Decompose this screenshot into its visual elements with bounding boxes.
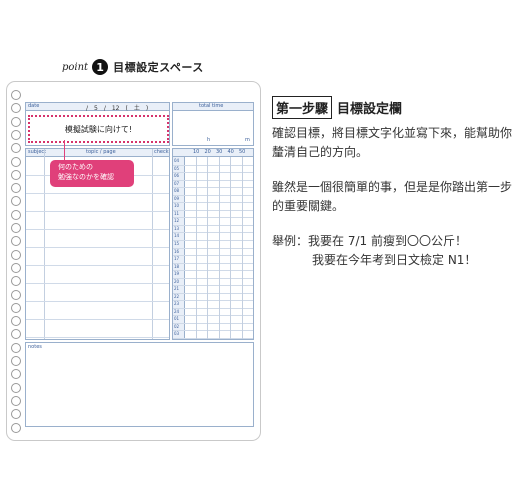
minutes-unit-label: m	[245, 137, 250, 143]
hour-label: 12	[174, 218, 180, 224]
binder-ring	[11, 249, 21, 260]
step-title: 第一步驟 目標設定欄	[272, 96, 402, 119]
minute-tick-label: 30	[216, 149, 223, 155]
hour-label: 02	[174, 323, 180, 329]
table-row-line	[26, 229, 169, 230]
hour-label: 06	[174, 173, 180, 179]
binder-ring	[11, 302, 21, 313]
hour-label: 11	[174, 210, 180, 216]
point-word: point	[62, 61, 89, 73]
binder-ring	[11, 209, 21, 220]
total-time-box: total time h m	[172, 102, 254, 146]
hour-label: 19	[174, 271, 180, 277]
table-row-line	[26, 337, 169, 338]
minute-column-line	[241, 157, 243, 339]
hour-label: 24	[174, 308, 180, 314]
binder-ring	[11, 156, 21, 167]
table-row-line	[26, 265, 169, 266]
minute-column-line	[195, 157, 197, 339]
binder-ring	[11, 289, 21, 300]
table-row-line	[26, 247, 169, 248]
minute-column-line	[230, 157, 231, 339]
binder-ring	[11, 262, 21, 273]
goal-text-box: 模擬試験に向けて!	[28, 115, 169, 143]
binder-ring	[11, 129, 21, 140]
hour-label: 16	[174, 248, 180, 254]
hour-label: 23	[174, 301, 180, 307]
callout-pointer	[64, 140, 65, 162]
hour-label: 22	[174, 293, 180, 299]
minute-tick-label: 40	[227, 149, 234, 155]
hour-label: 14	[174, 233, 180, 239]
table-row-line	[26, 319, 169, 320]
binder-ring	[11, 422, 21, 433]
paragraph-2: 雖然是一個很簡單的事，但是是你踏出第一步的重要關鍵。	[272, 180, 513, 213]
table-row-line	[26, 301, 169, 302]
date-value: / 5 / 12 ( 土 )	[86, 105, 149, 112]
hours-unit-label: h	[207, 137, 211, 143]
hour-label: 10	[174, 203, 180, 209]
step-title-rest: 目標設定欄	[337, 102, 403, 117]
point-title: 目標設定スペース	[113, 61, 204, 74]
total-time-label: total time	[199, 103, 224, 109]
timeline-grid: 10 20 30 40 50 04 05 06 07 08 09 10 11 12 13 14 15 16 17 1…	[172, 148, 254, 340]
notes-box: notes	[25, 342, 254, 427]
binder-ring	[11, 223, 21, 233]
hour-label: 09	[174, 195, 180, 201]
step-title-boxed: 第一步驟	[272, 96, 333, 119]
binder-ring	[11, 90, 21, 100]
binder-ring	[11, 169, 21, 180]
hour-label: 05	[174, 165, 180, 171]
callout-line-1: 何のための	[58, 163, 93, 171]
table-row-line	[26, 283, 169, 284]
topic-label: topic / page	[86, 149, 116, 155]
hour-label: 08	[174, 188, 180, 194]
hour-label: 01	[174, 316, 180, 322]
notes-label: notes	[28, 344, 42, 350]
minute-tick-label: 50	[239, 149, 246, 155]
binder-ring	[11, 382, 21, 393]
point-number-badge: 1	[92, 59, 109, 75]
table-row-line	[26, 193, 169, 194]
binder-ring	[11, 116, 21, 127]
hour-label: 17	[174, 256, 180, 262]
goal-text: 模擬試験に向けて!	[64, 124, 133, 134]
paragraph-1: 確認目標，將目標文字化並寫下來，能幫助你釐清自己的方向。	[272, 126, 513, 159]
hour-label: 13	[174, 225, 180, 231]
check-column-divider	[152, 149, 153, 339]
check-label: check	[154, 149, 169, 155]
minute-tick-label: 10	[193, 149, 200, 155]
hour-label: 04	[174, 158, 180, 163]
point-header: point 1 目標設定スペース	[62, 57, 204, 77]
hour-label: 20	[174, 278, 180, 284]
subject-column-divider	[44, 149, 45, 339]
hour-label: 18	[174, 263, 180, 269]
binder-ring	[11, 342, 21, 353]
binder-ring	[11, 356, 21, 366]
callout-bubble: 何のための 勉強なのかを確認	[50, 160, 134, 187]
hour-label: 07	[174, 180, 180, 186]
table-row-line	[26, 211, 169, 212]
hour-label: 21	[174, 286, 180, 292]
minute-column-line	[207, 157, 208, 339]
callout-line-2: 勉強なのかを確認	[58, 173, 114, 181]
binder-ring	[11, 395, 21, 406]
minute-tick-label: 20	[204, 149, 211, 155]
date-label: date	[28, 103, 40, 109]
hour-label: 03	[174, 331, 180, 337]
hour-label: 15	[174, 240, 180, 246]
example-line-1: 舉例：我要在 7/1 前瘦到〇〇公斤！	[272, 234, 467, 248]
minute-column-line	[218, 157, 220, 339]
example-line-2: 我要在今年考到日文檢定 N1！	[312, 253, 477, 267]
